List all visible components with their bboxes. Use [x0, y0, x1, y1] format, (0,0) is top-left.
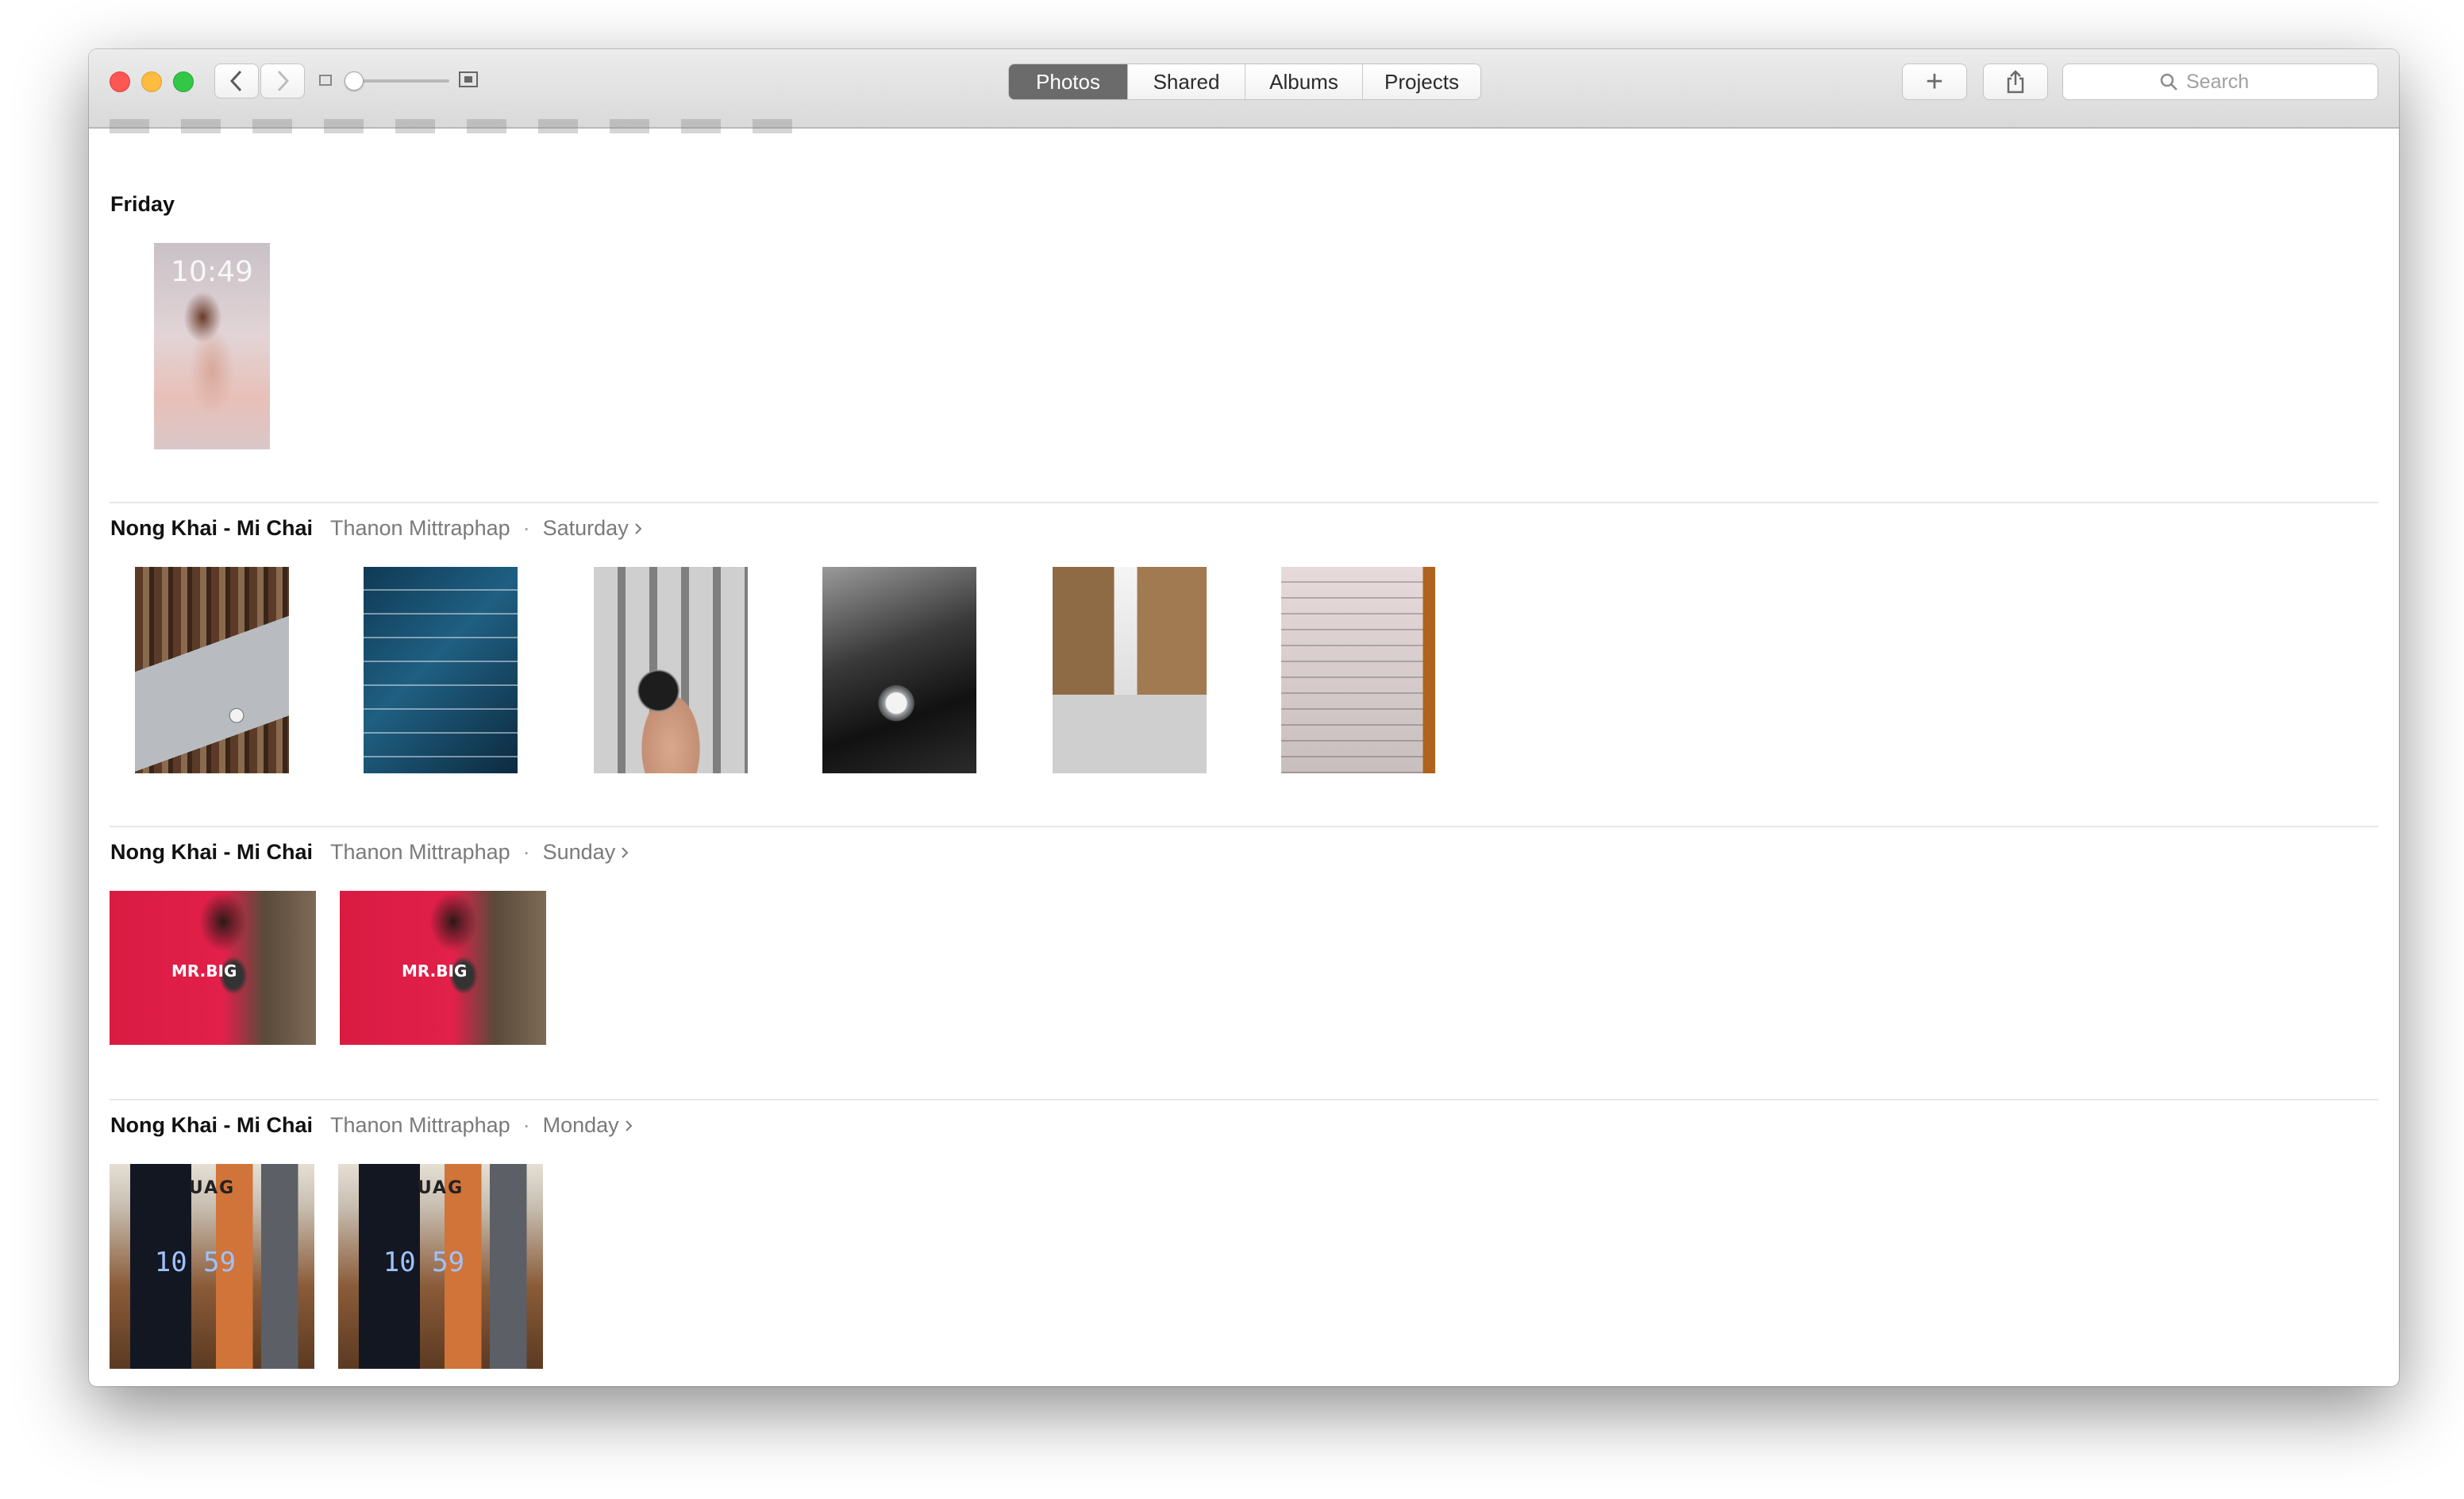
photo-thumbnail[interactable]	[594, 567, 748, 773]
search-icon	[2160, 73, 2177, 91]
zoom-window-button[interactable]	[173, 71, 194, 92]
section-title[interactable]: Nong Khai - Mi Chai	[110, 840, 313, 865]
chevron-right-icon	[622, 846, 629, 858]
forward-button[interactable]	[260, 64, 305, 98]
chevron-right-icon	[277, 70, 290, 92]
scrolled-section-header	[110, 119, 824, 133]
section-header: Nong Khai - Mi Chai Thanon Mittraphap · …	[110, 840, 629, 865]
separator-dot: ·	[522, 1113, 530, 1137]
minimize-window-button[interactable]	[141, 71, 162, 92]
thumbnail-size-slider[interactable]	[351, 79, 449, 83]
separator-dot: ·	[522, 840, 530, 864]
section-location[interactable]: Thanon Mittraphap	[330, 840, 510, 865]
share-button[interactable]	[1983, 64, 2048, 100]
toolbar: Photos Shared Albums Projects +	[89, 49, 2399, 129]
section-day: Sunday	[542, 840, 616, 864]
close-window-button[interactable]	[110, 71, 130, 92]
section-title[interactable]: Nong Khai - Mi Chai	[110, 516, 313, 541]
photo-thumbnail[interactable]: MR.BIG	[110, 891, 316, 1045]
section-header: Nong Khai - Mi Chai Thanon Mittraphap · …	[110, 1113, 633, 1138]
section-title[interactable]: Nong Khai - Mi Chai	[110, 1113, 313, 1138]
section-location[interactable]: Thanon Mittraphap	[330, 1113, 510, 1138]
photo-thumbnail[interactable]	[135, 567, 289, 773]
section-divider	[110, 1099, 2378, 1100]
search-field[interactable]	[2062, 64, 2378, 100]
small-thumbnail-icon	[319, 75, 332, 86]
section-header: Nong Khai - Mi Chai Thanon Mittraphap · …	[110, 516, 643, 541]
case-brand: UAG	[188, 1178, 236, 1198]
section-divider	[110, 502, 2378, 503]
section-title: Friday	[110, 192, 175, 216]
section-divider	[110, 826, 2378, 827]
photo-thumbnail[interactable]: UAG 10 59	[338, 1164, 543, 1369]
case-brand: UAG	[417, 1178, 464, 1198]
photo-thumbnail[interactable]: 10:49	[154, 243, 270, 449]
chevron-right-icon	[625, 1119, 633, 1131]
chevron-left-icon	[229, 70, 242, 92]
share-icon	[2007, 70, 2024, 94]
photo-thumbnail[interactable]: UAG 10 59	[110, 1164, 314, 1369]
large-thumbnail-icon	[459, 71, 478, 87]
tab-photos[interactable]: Photos	[1009, 64, 1128, 99]
section-day-link[interactable]: Sunday	[543, 840, 630, 865]
photo-thumbnail[interactable]	[364, 567, 518, 773]
separator-dot: ·	[522, 516, 530, 540]
section-day: Monday	[542, 1113, 619, 1137]
section-location[interactable]: Thanon Mittraphap	[330, 516, 510, 541]
plus-icon: +	[1925, 64, 1944, 98]
photo-thumbnail[interactable]: MR.BIG	[340, 891, 546, 1045]
photo-thumbnail[interactable]	[822, 567, 976, 773]
back-button[interactable]	[214, 64, 259, 98]
slider-knob[interactable]	[345, 71, 364, 91]
tab-projects[interactable]: Projects	[1363, 64, 1480, 99]
photo-thumbnail[interactable]	[1053, 567, 1207, 773]
add-button[interactable]: +	[1902, 64, 1967, 100]
search-input[interactable]	[2186, 70, 2281, 94]
section-day: Saturday	[542, 516, 629, 540]
lockscreen-clock: 10:49	[171, 256, 253, 288]
phone-clock: 10 59	[154, 1247, 237, 1279]
photo-moments: Friday 10:49 Nong Khai - Mi Chai Thanon …	[89, 119, 2399, 1386]
shirt-logo: MR.BIG	[402, 961, 468, 981]
photo-thumbnail[interactable]	[1281, 567, 1435, 773]
photos-window: Photos Shared Albums Projects + Friday	[89, 49, 2399, 1386]
phone-clock: 10 59	[383, 1247, 465, 1279]
tab-shared[interactable]: Shared	[1128, 64, 1245, 99]
section-day-link[interactable]: Saturday	[543, 516, 643, 541]
shirt-logo: MR.BIG	[171, 961, 237, 981]
chevron-right-icon	[634, 522, 642, 534]
section-header: Friday	[110, 192, 175, 217]
tab-albums[interactable]: Albums	[1245, 64, 1363, 99]
view-tabs: Photos Shared Albums Projects	[1008, 64, 1481, 100]
section-day-link[interactable]: Monday	[543, 1113, 633, 1138]
